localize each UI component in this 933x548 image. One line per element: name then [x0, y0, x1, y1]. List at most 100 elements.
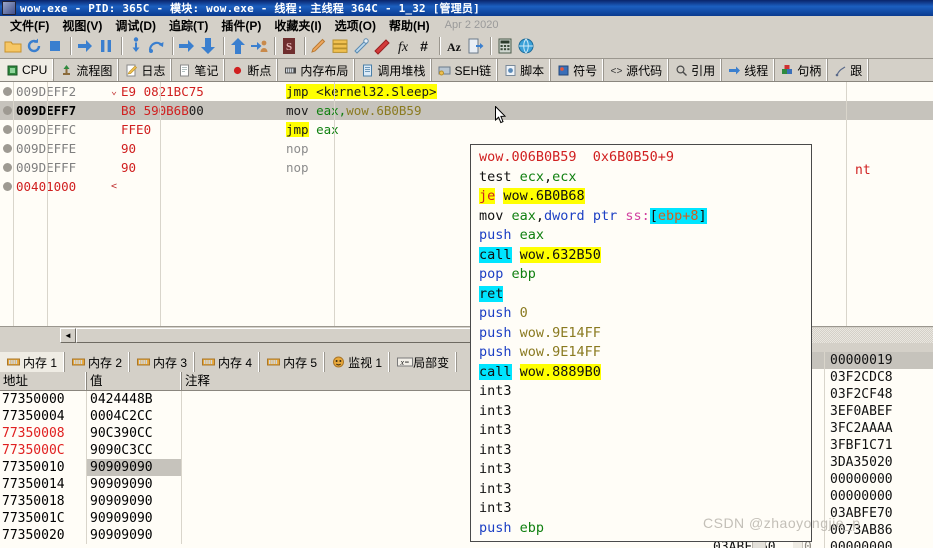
- disasm-row[interactable]: 009DEFFC FFE0 jmp eax: [0, 120, 933, 139]
- execute-till-return-icon[interactable]: [228, 36, 248, 56]
- pause-icon[interactable]: [96, 36, 116, 56]
- tab-label: 内存 4: [218, 355, 253, 370]
- app-icon: [2, 1, 16, 15]
- tab-label: 符号: [573, 63, 598, 78]
- stack-row[interactable]: 43FC2AAAA: [803, 420, 933, 437]
- tab-call-stack[interactable]: 调用堆栈: [355, 59, 433, 81]
- open-file-icon[interactable]: [3, 36, 23, 56]
- cpu-icon: [6, 64, 19, 77]
- run-icon[interactable]: [75, 36, 95, 56]
- disasm-row[interactable]: 009DEFF2 ⌄ E9 0821BC75 jmp <kernel32.Sle…: [0, 82, 933, 101]
- scroll-left-button[interactable]: ◄: [60, 327, 76, 343]
- breakpoint-dot-icon[interactable]: [0, 182, 14, 191]
- tab-script[interactable]: 脚本: [498, 59, 552, 81]
- tab-seh-chain[interactable]: SEH链: [432, 59, 499, 81]
- dump-address: 7735000C: [0, 442, 87, 459]
- build-date-label: Apr 2 2020: [444, 19, 499, 31]
- tab-memory-1[interactable]: 内存 1: [0, 352, 66, 372]
- stack-row[interactable]: 83FBF1C71: [803, 437, 933, 454]
- menu-item-options[interactable]: 选项(O): [329, 16, 383, 35]
- stack-row[interactable]: C03F2CF48: [803, 386, 933, 403]
- menu-item-help[interactable]: 帮助(H): [383, 16, 437, 35]
- disasm-address: 00401000: [14, 177, 107, 196]
- tab-log[interactable]: 日志: [119, 59, 173, 81]
- step-down-icon[interactable]: [198, 36, 218, 56]
- stack-row[interactable]: C3DA35020: [803, 454, 933, 471]
- memory-map-icon: [284, 64, 297, 77]
- tab-references[interactable]: 引用: [669, 59, 723, 81]
- dump-address: 77350014: [0, 476, 87, 493]
- memory-map-icon[interactable]: [351, 36, 371, 56]
- calculator-icon[interactable]: [495, 36, 515, 56]
- stack-value: 3DA35020: [830, 455, 893, 470]
- tab-memory-4[interactable]: 内存 4: [195, 352, 261, 372]
- disasm-row-current[interactable]: 009DEFF7 B8 590B6B00 mov eax,wow.6B0B59: [0, 101, 933, 120]
- menu-item-plugins[interactable]: 插件(P): [215, 16, 268, 35]
- tab-memory-3[interactable]: 内存 3: [130, 352, 196, 372]
- menu-item-view[interactable]: 视图(V): [56, 16, 109, 35]
- breakpoint-dot-icon[interactable]: [0, 87, 14, 96]
- step-over-icon[interactable]: [147, 36, 167, 56]
- step-into-icon[interactable]: [126, 36, 146, 56]
- tab-label: 线程: [744, 63, 769, 78]
- menu-item-debug[interactable]: 调试(D): [109, 16, 163, 35]
- breakpoint-dot-icon[interactable]: [0, 125, 14, 134]
- stop-icon[interactable]: [45, 36, 65, 56]
- dump-value: 90909090: [87, 510, 182, 527]
- tab-cpu[interactable]: CPU: [0, 59, 55, 81]
- menu-item-favourites[interactable]: 收藏夹(I): [268, 16, 328, 35]
- globe-icon[interactable]: [516, 36, 536, 56]
- tab-symbols[interactable]: 符号: [551, 59, 605, 81]
- tab-label: 内存布局: [300, 63, 349, 78]
- stack-value: 00000000: [830, 472, 893, 487]
- popup-line: int3: [479, 441, 512, 458]
- watch-icon: [332, 356, 345, 368]
- popup-line: mov eax,dword ptr ss:[ebp+8]: [479, 207, 707, 224]
- tab-threads[interactable]: 线程: [722, 59, 776, 81]
- breakpoints-icon[interactable]: [330, 36, 350, 56]
- tab-breakpoints[interactable]: 断点: [225, 59, 279, 81]
- disasm-bytes: 90: [121, 160, 137, 175]
- font-icon[interactable]: Az: [444, 36, 464, 56]
- tab-watch-1[interactable]: 监视 1: [325, 352, 391, 372]
- tab-label: 内存 5: [283, 355, 318, 370]
- breakpoint-dot-icon[interactable]: [0, 144, 14, 153]
- export-icon[interactable]: [465, 36, 485, 56]
- dump-col-value[interactable]: 值: [87, 372, 182, 390]
- callstack-icon[interactable]: [372, 36, 392, 56]
- tab-notes[interactable]: 笔记: [172, 59, 226, 81]
- stack-row[interactable]: 03EF0ABEF: [803, 403, 933, 420]
- dump-col-address[interactable]: 地址: [0, 372, 87, 390]
- scylla-icon[interactable]: S: [279, 36, 299, 56]
- tab-handles[interactable]: 句柄: [775, 59, 829, 81]
- breakpoint-dot-icon[interactable]: [0, 163, 14, 172]
- disasm-mnemonic: nop: [286, 141, 309, 156]
- toolbar-separator: [304, 37, 305, 55]
- breakpoint-dot-icon[interactable]: [0, 106, 14, 115]
- tab-locals[interactable]: x= 局部变: [390, 352, 458, 372]
- disasm-mnemonic: nop: [286, 160, 309, 175]
- svg-text:x=: x=: [400, 358, 410, 367]
- hash-icon[interactable]: #: [414, 36, 434, 56]
- run-to-user-code-icon[interactable]: [249, 36, 269, 56]
- log-pencil-icon[interactable]: [309, 36, 329, 56]
- tab-memory-2[interactable]: 内存 2: [65, 352, 131, 372]
- stack-row-current[interactable]: 400000019: [803, 352, 933, 369]
- stack-row[interactable]: 000000000: [803, 471, 933, 488]
- tab-trace[interactable]: 跟: [828, 59, 870, 81]
- menu-item-file[interactable]: 文件(F): [4, 16, 56, 35]
- popup-line: int3: [479, 422, 512, 438]
- step-into-fast-icon[interactable]: [177, 36, 197, 56]
- menu-item-trace[interactable]: 追踪(T): [163, 16, 215, 35]
- stack-row[interactable]: 400000000: [803, 488, 933, 505]
- popup-line: int3: [479, 383, 512, 399]
- tab-graph[interactable]: 流程图: [54, 59, 120, 81]
- tab-memory-5[interactable]: 内存 5: [260, 352, 326, 372]
- popup-line: test ecx,ecx: [479, 168, 577, 185]
- stack-row[interactable]: 000000000: [803, 539, 933, 548]
- restart-icon[interactable]: [24, 36, 44, 56]
- tab-source[interactable]: <> 源代码: [604, 59, 670, 81]
- stack-row[interactable]: 803F2CDC8: [803, 369, 933, 386]
- disasm-address: 009DEFFE: [14, 139, 107, 158]
- tab-memory-map[interactable]: 内存布局: [278, 59, 356, 81]
